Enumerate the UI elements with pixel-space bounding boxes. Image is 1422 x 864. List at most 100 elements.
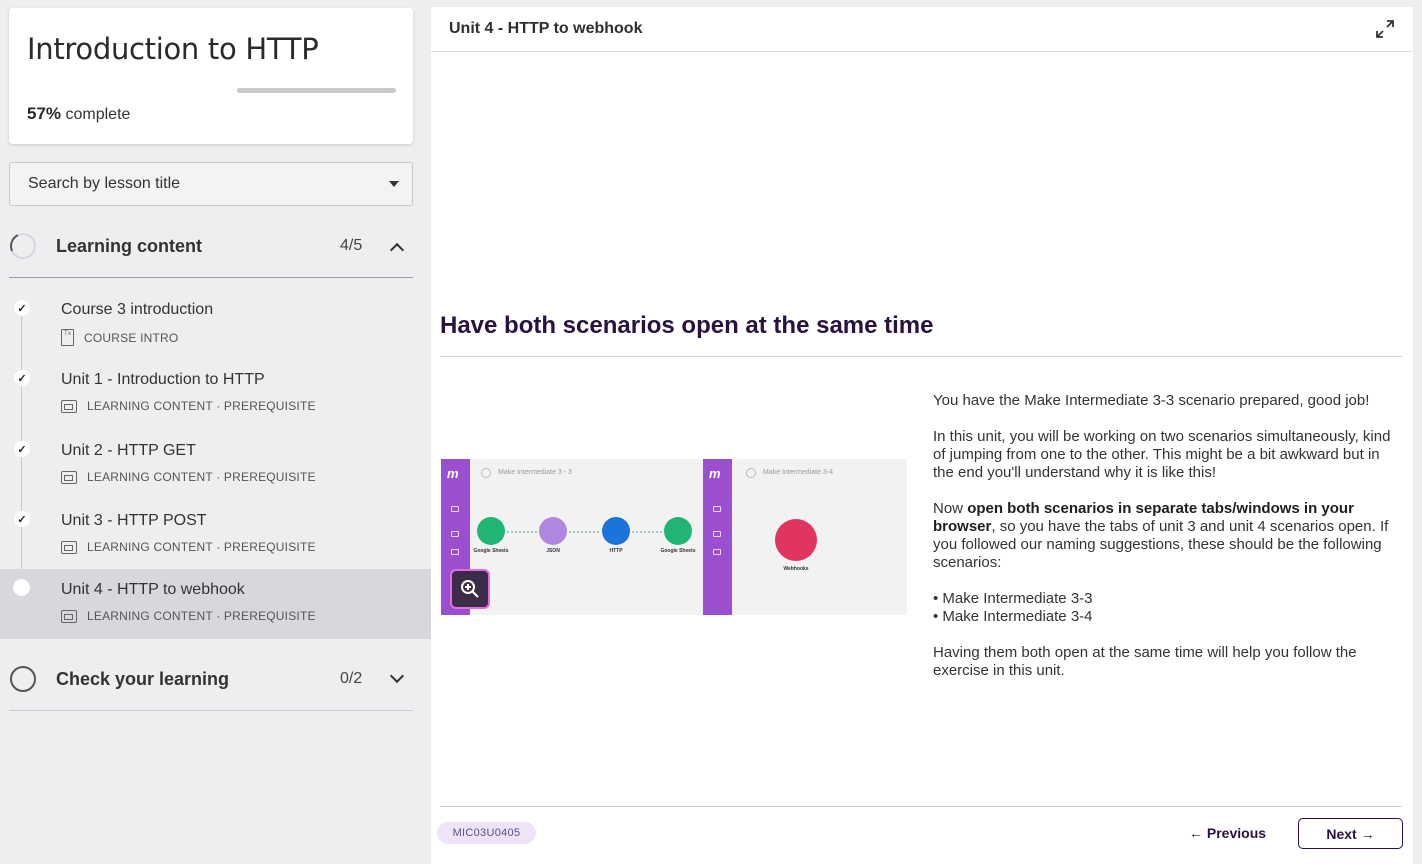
zoom-in-button[interactable] bbox=[450, 569, 490, 609]
back-arrow-icon bbox=[746, 468, 756, 478]
lesson-heading: Have both scenarios open at the same tim… bbox=[440, 312, 934, 339]
magnifier-plus-icon bbox=[461, 580, 479, 598]
lesson-panel: Unit 4 - HTTP to webhook Have both scena… bbox=[431, 7, 1413, 864]
progress-text: 57% complete bbox=[27, 104, 130, 124]
lesson-item-unit-2[interactable]: ✓ Unit 2 - HTTP GET LEARNING CONTENT · P… bbox=[0, 433, 431, 503]
module-label: Webhooks bbox=[783, 566, 809, 572]
lesson-meta: LEARNING CONTENT · PREREQUISITE bbox=[61, 540, 316, 554]
section-learning-content[interactable]: Learning content 4/5 bbox=[6, 212, 413, 280]
progress-percent: 57% bbox=[27, 104, 62, 123]
make-logo-icon: m bbox=[447, 466, 459, 481]
http-module-icon bbox=[602, 517, 630, 545]
share-icon bbox=[451, 549, 459, 555]
learning-content-icon bbox=[61, 609, 77, 623]
chevron-down-icon[interactable] bbox=[389, 668, 405, 684]
learning-content-icon bbox=[61, 470, 77, 484]
progress-bar bbox=[237, 88, 396, 93]
home-icon bbox=[713, 506, 721, 512]
paragraph: Now open both scenarios in separate tabs… bbox=[933, 500, 1389, 571]
previous-button[interactable]: ← Previous bbox=[1189, 825, 1266, 841]
google-sheets-module-icon bbox=[664, 517, 692, 545]
paragraph: In this unit, you will be working on two… bbox=[933, 428, 1391, 481]
lesson-title: Unit 1 - Introduction to HTTP bbox=[61, 371, 265, 388]
section-check-your-learning[interactable]: Check your learning 0/2 bbox=[9, 645, 413, 713]
module-link bbox=[569, 531, 599, 533]
share-icon bbox=[713, 549, 721, 555]
paragraph: You have the Make Intermediate 3-3 scena… bbox=[933, 392, 1370, 409]
lesson-meta: Tx COURSE INTRO bbox=[61, 329, 178, 346]
section-count: 4/5 bbox=[340, 237, 363, 254]
learning-content-icon bbox=[61, 540, 77, 554]
section-label: Learning content bbox=[56, 235, 203, 256]
lesson-body: You have the Make Intermediate 3-3 scena… bbox=[933, 392, 1393, 698]
lesson-title: Unit 3 - HTTP POST bbox=[61, 512, 207, 529]
empty-progress-ring-icon bbox=[10, 666, 36, 692]
lesson-header-title: Unit 4 - HTTP to webhook bbox=[449, 20, 643, 37]
back-arrow-icon bbox=[481, 468, 491, 478]
lesson-meta: LEARNING CONTENT · PREREQUISITE bbox=[61, 470, 316, 484]
module-label: Google Sheets bbox=[473, 548, 509, 554]
scenario-b-name: Make Intermediate 3-4 bbox=[763, 469, 834, 476]
arrow-right-icon: → bbox=[1360, 825, 1375, 842]
partial-progress-ring-icon bbox=[6, 229, 40, 263]
expand-icon[interactable] bbox=[1375, 19, 1395, 39]
caret-down-icon bbox=[389, 181, 399, 187]
arrow-left-icon: ← bbox=[1189, 825, 1203, 841]
course-title: Introduction to HTTP bbox=[27, 32, 319, 66]
lesson-item-course-intro[interactable]: ✓ Course 3 introduction Tx COURSE INTRO bbox=[0, 292, 431, 362]
lesson-meta-text: LEARNING CONTENT · PREREQUISITE bbox=[87, 609, 316, 623]
module-label: HTTP bbox=[609, 548, 623, 554]
module-link bbox=[507, 531, 537, 533]
check-icon: ✓ bbox=[14, 370, 30, 386]
google-sheets-module-icon bbox=[477, 517, 505, 545]
module-label: JSON bbox=[546, 548, 560, 554]
progress-fill bbox=[237, 88, 328, 93]
home-icon bbox=[451, 506, 459, 512]
team-icon bbox=[451, 531, 459, 537]
section-label: Check your learning bbox=[56, 668, 230, 689]
next-button[interactable]: Next → bbox=[1298, 818, 1403, 849]
list-item: • Make Intermediate 3-4 bbox=[933, 608, 1093, 625]
section-divider bbox=[9, 277, 413, 278]
lesson-meta: LEARNING CONTENT · PREREQUISITE bbox=[61, 609, 316, 623]
current-lesson-dot-icon bbox=[13, 579, 30, 596]
lesson-item-unit-1[interactable]: ✓ Unit 1 - Introduction to HTTP LEARNING… bbox=[0, 362, 431, 432]
webhooks-module-icon bbox=[775, 519, 817, 561]
lesson-meta-text: LEARNING CONTENT · PREREQUISITE bbox=[87, 540, 316, 554]
lesson-meta-text: LEARNING CONTENT · PREREQUISITE bbox=[87, 399, 316, 413]
course-card: Introduction to HTTP 57% complete bbox=[9, 8, 413, 144]
scenario-a-name: Make Intermediate 3 - 3 bbox=[498, 469, 572, 476]
paragraph: Having them both open at the same time w… bbox=[933, 644, 1357, 679]
make-logo-icon: m bbox=[709, 466, 721, 481]
team-icon bbox=[713, 531, 721, 537]
lesson-title: Unit 2 - HTTP GET bbox=[61, 442, 196, 459]
check-icon: ✓ bbox=[14, 511, 30, 527]
lesson-item-unit-3[interactable]: ✓ Unit 3 - HTTP POST LEARNING CONTENT · … bbox=[0, 503, 431, 573]
learning-content-icon bbox=[61, 399, 77, 413]
lesson-title: Course 3 introduction bbox=[61, 301, 214, 318]
json-module-icon bbox=[539, 517, 567, 545]
lesson-item-unit-4[interactable]: Unit 4 - HTTP to webhook LEARNING CONTEN… bbox=[0, 569, 431, 639]
scenario-list: • Make Intermediate 3-3 • Make Intermedi… bbox=[933, 590, 1393, 626]
lesson-meta: LEARNING CONTENT · PREREQUISITE bbox=[61, 399, 316, 413]
lesson-code-badge: MIC03U0405 bbox=[437, 822, 536, 844]
section-divider bbox=[9, 710, 413, 711]
module-link bbox=[632, 531, 662, 533]
make-sidebar-strip: m bbox=[703, 459, 732, 615]
scenarios-illustration: m Make Intermediate 3 - 3 Google Sheets … bbox=[441, 459, 907, 615]
footer-divider bbox=[440, 806, 1402, 807]
module-label: Google Sheets bbox=[660, 548, 696, 554]
lesson-meta-text: LEARNING CONTENT · PREREQUISITE bbox=[87, 470, 316, 484]
heading-divider bbox=[440, 356, 1402, 357]
lesson-meta-text: COURSE INTRO bbox=[84, 330, 179, 345]
progress-suffix: complete bbox=[65, 106, 131, 123]
search-placeholder: Search by lesson title bbox=[28, 175, 181, 192]
lesson-title: Unit 4 - HTTP to webhook bbox=[61, 581, 245, 598]
check-icon: ✓ bbox=[14, 441, 30, 457]
document-icon: Tx bbox=[61, 329, 74, 346]
check-icon: ✓ bbox=[14, 300, 30, 316]
section-count: 0/2 bbox=[340, 670, 363, 687]
chevron-up-icon[interactable] bbox=[389, 242, 405, 258]
lesson-search-select[interactable]: Search by lesson title bbox=[9, 162, 413, 206]
list-item: • Make Intermediate 3-3 bbox=[933, 590, 1093, 607]
